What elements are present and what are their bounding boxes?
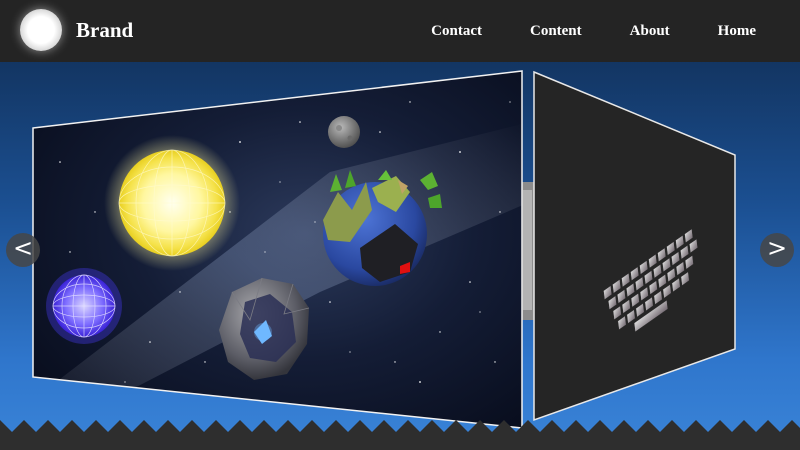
brand-title[interactable]: Brand	[76, 16, 133, 44]
prev-slide-button[interactable]: <	[6, 233, 40, 267]
nav-item-content[interactable]: Content	[506, 23, 606, 40]
carousel-panels	[30, 67, 736, 442]
nav-item-about[interactable]: About	[606, 23, 694, 40]
back-slide-strip-highlight	[523, 190, 532, 310]
glowing-orb-icon[interactable]	[20, 9, 62, 51]
header-bar: Brand Contact Content About Home	[0, 0, 800, 62]
moon-sphere	[328, 116, 360, 148]
nav-item-contact[interactable]: Contact	[407, 23, 506, 40]
nav-item-home[interactable]: Home	[694, 23, 800, 40]
zigzag-footer-edge	[0, 420, 800, 450]
blue-star-sphere	[46, 268, 122, 344]
image-carousel: < >	[0, 62, 800, 450]
next-slide-button[interactable]: >	[760, 233, 794, 267]
main-nav: Contact Content About Home	[407, 0, 800, 62]
sun-sphere	[104, 135, 240, 271]
slide-keyboard[interactable]	[533, 70, 736, 422]
slide-keyboard-panel[interactable]	[533, 70, 736, 422]
slide-space-scene[interactable]	[30, 67, 530, 442]
